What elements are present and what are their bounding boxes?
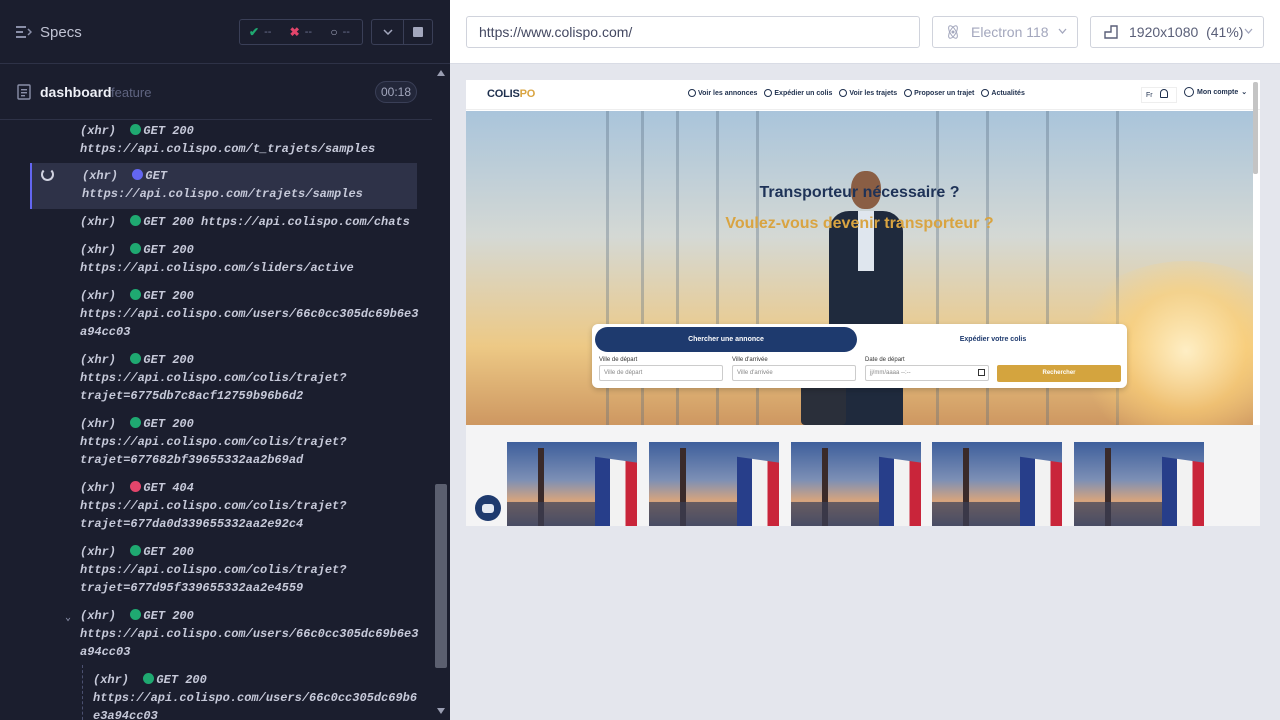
log-scrollbar-thumb[interactable] [435,484,447,668]
chat-bubble-icon [482,503,494,513]
status-dot [130,481,142,492]
status-dot [130,215,142,226]
hero-banner: Transporteur nécessaire ? Voulez-vous de… [466,111,1253,425]
pending-stat: ○ -- [330,25,350,39]
location-pin-icon [904,89,913,97]
spec-duration: 00:18 [375,81,418,103]
nav-expedier-colis[interactable]: Expédier un colis [764,89,832,97]
aut-panel: https://www.colispo.com/ Electron 118 19… [450,0,1280,720]
pending-circle-icon: ○ [330,25,338,39]
site-navbar: COLISPO Voir les annonces Expédier un co… [466,80,1260,110]
aut-scrollbar-thumb[interactable] [1253,82,1258,174]
site-nav-links: Voir les annonces Expédier un colis Voir… [688,89,1025,97]
date-label: Date de départ [865,357,905,363]
log-entry[interactable]: (xhr) GET 200 https://api.colispo.com/t_… [30,122,417,158]
depart-input[interactable]: Ville de départ [599,365,723,381]
nav-voir-annonces[interactable]: Voir les annonces [688,89,757,97]
destination-card-image[interactable] [932,442,1062,526]
chat-button[interactable] [475,495,501,521]
language-selector[interactable]: Fr [1141,87,1177,103]
status-dot [130,545,142,556]
nav-actualites[interactable]: Actualités [981,89,1025,97]
arrivee-label: Ville d'arrivée [732,357,768,363]
arrivee-input[interactable]: Ville d'arrivée [732,365,856,381]
destination-card-image[interactable] [507,442,637,526]
spec-header: dashboard feature 00:18 [0,64,432,120]
electron-icon [948,25,958,39]
site-logo[interactable]: COLISPO [487,88,535,100]
log-entry-expandable[interactable]: ⌄ (xhr) GET 200 https://api.colispo.com/… [30,607,418,661]
dropdown-button[interactable] [371,19,404,45]
stop-button[interactable] [403,19,433,45]
scroll-down-arrow-icon[interactable] [437,708,445,714]
aut-header: https://www.colispo.com/ Electron 118 19… [450,0,1280,64]
runner-header: Specs ✔ -- ✖ -- ○ -- [0,0,450,64]
calendar-icon [978,369,985,376]
log-entry-nested[interactable]: (xhr) GET 200 https://api.colispo.com/us… [30,671,417,720]
box-icon [764,89,773,97]
spec-name: dashboard [40,84,112,100]
news-icon [981,89,990,97]
nested-guide-line [82,665,83,720]
chevron-down-icon [382,29,393,35]
check-icon: ✔ [249,25,260,39]
chevron-down-icon [1244,28,1253,34]
scroll-up-arrow-icon[interactable] [437,70,445,76]
search-card: Chercher une annonce Expédier votre coli… [592,324,1127,388]
user-icon [1184,87,1194,97]
nav-proposer-trajet[interactable]: Proposer un trajet [904,89,974,97]
status-dot [132,169,144,180]
loading-spinner-icon [41,168,54,181]
browser-selector[interactable]: Electron 118 [932,16,1078,48]
viewport-selector[interactable]: 1920x1080 (41%) [1090,16,1264,48]
log-entry[interactable]: (xhr) GET 200 https://api.colispo.com/co… [30,415,417,469]
ruler-icon [1104,25,1118,39]
tab-chercher-annonce[interactable]: Chercher une annonce [595,327,857,352]
file-icon [17,84,31,100]
destination-card-image[interactable] [791,442,921,526]
hero-title: Transporteur nécessaire ? [759,184,960,201]
spec-kind: feature [111,85,152,100]
globe-icon [839,89,848,97]
status-dot [130,289,142,300]
destination-cards [466,425,1260,526]
status-dot [130,124,142,135]
log-entry-active[interactable]: (xhr) GET https://api.colispo.com/trajet… [30,163,417,209]
tab-expedier-colis[interactable]: Expédier votre colis [862,327,1124,352]
hero-subtitle: Voulez-vous devenir transporteur ? [725,215,994,232]
url-field[interactable]: https://www.colispo.com/ [466,16,920,48]
destination-card-image[interactable] [1074,442,1204,526]
log-entry[interactable]: (xhr) GET 200 https://api.colispo.com/ch… [30,213,417,231]
status-dot [130,417,142,428]
test-stats: ✔ -- ✖ -- ○ -- [239,19,363,45]
specs-list-icon[interactable] [16,25,32,39]
passed-stat: ✔ -- [249,25,272,39]
chevron-down-icon[interactable]: ⌄ [65,610,71,628]
status-dot [130,243,142,254]
log-entry-failed[interactable]: (xhr) GET 404 https://api.colispo.com/co… [30,479,417,533]
search-icon [688,89,696,97]
command-log: (xhr) GET 200 https://api.colispo.com/t_… [0,120,432,720]
depart-label: Ville de départ [599,357,638,363]
log-entry[interactable]: (xhr) GET 200 https://api.colispo.com/co… [30,351,417,405]
destination-card-image[interactable] [649,442,779,526]
rechercher-button[interactable]: Rechercher [997,365,1121,382]
stop-icon [413,27,423,37]
specs-label[interactable]: Specs [40,24,82,41]
status-dot [130,609,142,620]
failed-stat: ✖ -- [289,25,313,39]
log-entry[interactable]: (xhr) GET 200 https://api.colispo.com/us… [30,287,418,341]
account-menu[interactable]: Mon compte ⌄ [1184,87,1247,97]
status-dot [130,353,142,364]
log-entry[interactable]: (xhr) GET 200 https://api.colispo.com/co… [30,543,417,597]
log-entry[interactable]: (xhr) GET 200 https://api.colispo.com/sl… [30,241,417,277]
status-dot [143,673,155,684]
nav-voir-trajets[interactable]: Voir les trajets [839,89,897,97]
chevron-down-icon [1058,28,1067,34]
x-icon: ✖ [289,25,300,39]
command-log-panel: Specs ✔ -- ✖ -- ○ -- dashboard feature 00:1… [0,0,450,720]
app-under-test-frame: COLISPO Voir les annonces Expédier un co… [466,80,1260,526]
date-input[interactable]: jj/mm/aaaa --:-- [865,365,989,381]
bell-icon[interactable] [1160,89,1168,98]
